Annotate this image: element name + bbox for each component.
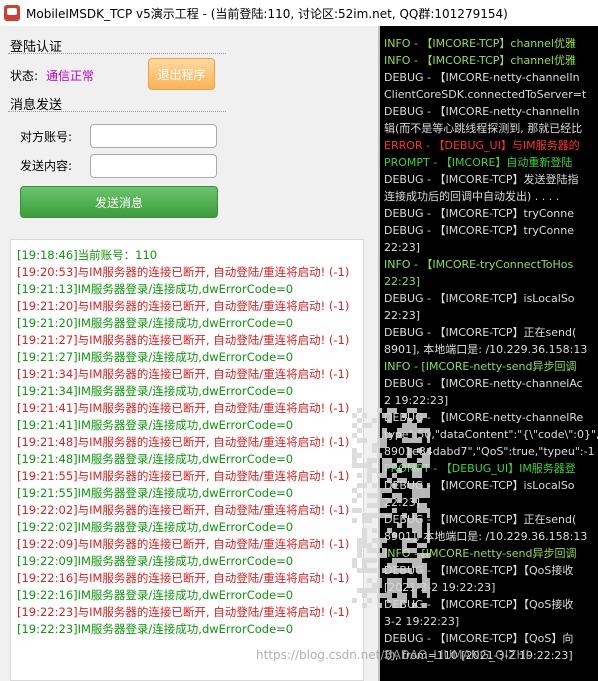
console-line: ClientCoreSDK.connectedToServer=t bbox=[384, 88, 587, 101]
log-entry: [19:22:16]与IM服务器的连接已断开, 自动登陆/重连将启动! (-1) bbox=[17, 571, 350, 585]
logout-button[interactable]: 退出程序 bbox=[148, 58, 215, 90]
log-entry: [19:22:02]与IM服务器的连接已断开, 自动登陆/重连将启动! (-1) bbox=[17, 503, 350, 517]
log-entry: [19:21:34]与IM服务器的连接已断开, 自动登陆/重连将启动! (-1) bbox=[17, 367, 350, 381]
log-entry: [19:21:48]IM服务器登录/连接成功,dwErrorCode=0 bbox=[17, 452, 294, 466]
console-line: DEBUG - 【IMCORE-TCP】【QoS】向 bbox=[384, 632, 574, 645]
console-line: DEBUG - 【IMCORE-netty-channelIn bbox=[384, 105, 580, 118]
watermark-text: https://blog.csdn.net/BADAO_LIUMANG_QIZH… bbox=[256, 648, 529, 662]
log-entry: [19:21:55]与IM服务器的连接已断开, 自动登陆/重连将启动! (-1) bbox=[17, 469, 350, 483]
console-line: INFO - 【IMCORE-TCP】channel优雅 bbox=[384, 54, 576, 67]
console-line: 22:23] bbox=[384, 241, 420, 254]
log-entry: [19:21:34]IM服务器登录/连接成功,dwErrorCode=0 bbox=[17, 384, 294, 398]
log-entry: [19:21:48]与IM服务器的连接已断开, 自动登陆/重连将启动! (-1) bbox=[17, 435, 350, 449]
left-panel: 登陆认证 状态: 通信正常 退出程序 消息发送 对方账号: 发送内容: 发送消息… bbox=[0, 26, 376, 681]
log-entry: [19:21:41]IM服务器登录/连接成功,dwErrorCode=0 bbox=[17, 418, 294, 432]
console-line: 2 19:22:23] bbox=[384, 394, 449, 407]
qr-code-watermark bbox=[352, 408, 430, 608]
section-divider bbox=[8, 53, 226, 54]
log-entry: [19:22:09]与IM服务器的连接已断开, 自动登陆/重连将启动! (-1) bbox=[17, 537, 350, 551]
log-entry: [19:22:02]IM服务器登录/连接成功,dwErrorCode=0 bbox=[17, 520, 294, 534]
console-line: INFO - [IMCORE-netty-send异步回调 bbox=[384, 360, 577, 373]
log-entry: [19:20:53]与IM服务器的连接已断开, 自动登陆/重连将启动! (-1) bbox=[17, 265, 350, 279]
console-line: DEBUG - 【IMCORE-TCP】正在send( bbox=[384, 326, 577, 339]
log-entry: [19:21:55]IM服务器登录/连接成功,dwErrorCode=0 bbox=[17, 486, 294, 500]
event-log-list[interactable]: [19:18:46]当前账号：110 [19:20:53]与IM服务器的连接已断开… bbox=[10, 239, 364, 681]
console-line: DEBUG - 【IMCORE-TCP】发送登陆指 bbox=[384, 173, 579, 186]
send-message-button[interactable]: 发送消息 bbox=[20, 186, 218, 218]
console-line: 22:23] bbox=[384, 275, 420, 288]
log-entry: [19:21:27]IM服务器登录/连接成功,dwErrorCode=0 bbox=[17, 350, 294, 364]
app-icon bbox=[4, 5, 20, 21]
console-line: 8901], 本地端口是: /10.229.36.158:13 bbox=[384, 343, 588, 356]
console-line: DEBUG - 【IMCORE-TCP】isLocalSo bbox=[384, 292, 575, 305]
console-line: PROMPT - 【IMCORE】自动重新登陆 bbox=[384, 156, 573, 169]
console-line: 3-2 19:22:23] bbox=[384, 615, 460, 628]
status-value: 通信正常 bbox=[46, 69, 95, 83]
console-line: 22:23] bbox=[384, 309, 420, 322]
console-line: 辑(而不是等心跳线程探测到, 那就已经比 bbox=[384, 122, 583, 135]
log-entry: [19:22:16]IM服务器登录/连接成功,dwErrorCode=0 bbox=[17, 588, 294, 602]
console-line: 连接成功后的回调中自动发出) . . . . bbox=[384, 190, 560, 203]
log-entry: [19:22:23]IM服务器登录/连接成功,dwErrorCode=0 bbox=[17, 622, 294, 636]
log-entry: [19:21:20]与IM服务器的连接已断开, 自动登陆/重连将启动! (-1) bbox=[17, 299, 350, 313]
console-line: DEBUG - 【IMCORE-TCP】tryConne bbox=[384, 207, 574, 220]
log-entry: [19:21:13]IM服务器登录/连接成功,dwErrorCode=0 bbox=[17, 282, 294, 296]
console-line: DEBUG - 【IMCORE-netty-channelAc bbox=[384, 377, 583, 390]
status-label: 状态: bbox=[10, 69, 39, 83]
log-entry: [19:22:09]IM服务器登录/连接成功,dwErrorCode=0 bbox=[17, 554, 294, 568]
console-line: ERROR - 【DEBUG_UI】与IM服务器的 bbox=[384, 139, 580, 152]
message-content-input[interactable] bbox=[90, 154, 217, 178]
section-divider bbox=[8, 111, 226, 112]
console-line: DEBUG - 【IMCORE-TCP】tryConne bbox=[384, 224, 574, 237]
title-bar: MobileIMSDK_TCP v5演示工程 - (当前登陆:110, 讨论区:… bbox=[0, 0, 598, 26]
window-title: MobileIMSDK_TCP v5演示工程 - (当前登陆:110, 讨论区:… bbox=[26, 6, 508, 21]
to-account-input[interactable] bbox=[90, 124, 217, 148]
console-line: DEBUG - 【IMCORE-netty-channelIn bbox=[384, 71, 580, 84]
log-entry: [19:21:20]IM服务器登录/连接成功,dwErrorCode=0 bbox=[17, 316, 294, 330]
log-entry: [19:21:41]与IM服务器的连接已断开, 自动登陆/重连将启动! (-1) bbox=[17, 401, 350, 415]
log-entry: [19:22:23]与IM服务器的连接已断开, 自动登陆/重连将启动! (-1) bbox=[17, 605, 350, 619]
message-content-label: 发送内容: bbox=[19, 159, 72, 173]
console-line: INFO - 【IMCORE-TCP】channel优雅 bbox=[384, 37, 576, 50]
log-entry: [19:18:46]当前账号：110 bbox=[17, 248, 158, 262]
to-account-label: 对方账号: bbox=[19, 130, 72, 144]
log-entry: [19:21:27]与IM服务器的连接已断开, 自动登陆/重连将启动! (-1) bbox=[17, 333, 350, 347]
console-line: INFO - 【IMCORE-tryConnectToHos bbox=[384, 258, 574, 271]
